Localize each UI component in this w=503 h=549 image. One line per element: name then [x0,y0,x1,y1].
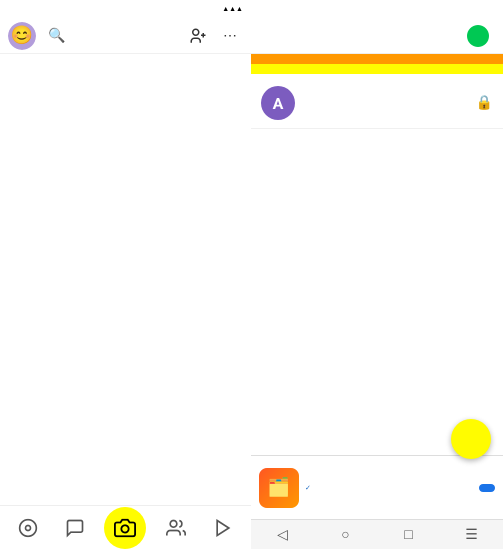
alert-bar [251,54,503,64]
ad-text-area: ✓ [305,482,473,494]
bottom-nav-right: ◁ ○ □ ☰ [251,519,503,549]
locker-avatar: A [261,86,295,120]
map-nav-button[interactable] [10,510,46,546]
menu-button[interactable]: ☰ [454,527,490,543]
home-button[interactable]: ○ [328,526,364,543]
status-icons-left: ▲▲▲ [222,5,245,13]
status-bar-right [251,0,503,18]
ad-banner: 🗂️ ✓ [251,455,503,519]
search-button[interactable]: 🔍 [44,23,70,49]
locker-item[interactable]: A 🔒 [251,78,503,129]
left-panel: ▲▲▲ 😊 🔍 ⋯ [0,0,251,549]
locker-header [251,18,503,54]
fab-button[interactable] [451,419,491,459]
signal-icon: ▲▲▲ [222,5,243,13]
ad-app-icon: 🗂️ [259,468,299,508]
bottom-nav-left [0,505,251,549]
right-panel: A 🔒 🗂️ ✓ ◁ ○ □ ☰ [251,0,503,549]
chat-header: 😊 🔍 ⋯ [0,18,251,54]
lock-icon: 🔒 [476,95,493,111]
spotlight-nav-button[interactable] [205,510,241,546]
camera-snap-button[interactable] [104,507,146,549]
ad-badge: ✓ [305,484,473,492]
user-avatar[interactable]: 😊 [8,22,36,50]
status-bar-left: ▲▲▲ [0,0,251,18]
info-bar [251,64,503,74]
back-button[interactable]: ◁ [265,527,301,543]
locker-logo [467,25,489,47]
locker-list: A 🔒 [251,74,503,455]
chat-nav-button[interactable] [57,510,93,546]
add-friend-button[interactable] [185,23,211,49]
install-button[interactable] [479,484,495,492]
header-right-icons: ⋯ [185,23,243,49]
chat-list [0,54,251,505]
more-button[interactable]: ⋯ [217,23,243,49]
recent-apps-button[interactable]: □ [391,526,427,543]
friends-nav-button[interactable] [158,510,194,546]
